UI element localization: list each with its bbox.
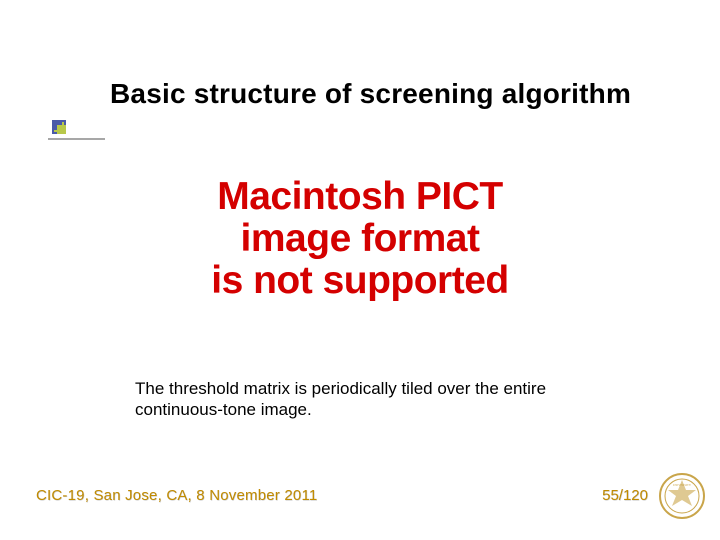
footer-page-number: 55/120	[602, 487, 648, 504]
bullet-square-icon	[52, 120, 66, 134]
slide: Basic structure of screening algorithm M…	[0, 0, 720, 540]
pict-line-1: Macintosh PICT	[0, 176, 720, 218]
caption-text: The threshold matrix is periodically til…	[135, 378, 555, 421]
svg-text:UNIVERSITY: UNIVERSITY	[673, 483, 692, 487]
slide-title: Basic structure of screening algorithm	[110, 78, 700, 110]
footer-venue: CIC-19, San Jose, CA, 8 November 2011	[36, 487, 317, 504]
pict-line-3: is not supported	[0, 260, 720, 302]
pict-line-2: image format	[0, 218, 720, 260]
title-area: Basic structure of screening algorithm	[110, 78, 700, 110]
title-underline	[48, 138, 105, 140]
purdue-seal-icon: UNIVERSITY	[658, 472, 706, 520]
pict-error-message: Macintosh PICT image format is not suppo…	[0, 176, 720, 302]
